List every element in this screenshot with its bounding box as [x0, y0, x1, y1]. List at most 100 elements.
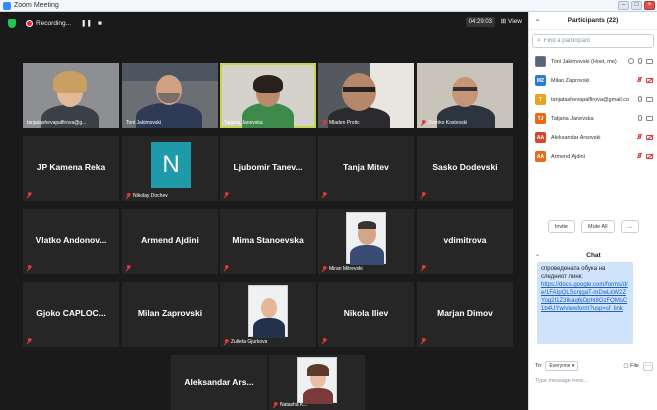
muted-mic-icon	[273, 402, 278, 408]
name-tile[interactable]: Marjan Dimov	[417, 282, 513, 347]
muted-mic-icon	[322, 266, 327, 272]
participant-name: Nikola Iliev	[343, 308, 389, 318]
name-tile[interactable]: JP Kamena Reka	[23, 136, 119, 201]
participant-name: Natasha K...	[280, 402, 308, 408]
camera-icon[interactable]	[646, 96, 653, 102]
collapse-chevron-icon[interactable]: ⌄	[535, 16, 540, 23]
participant-row[interactable]: MZ Milan Zaprovski	[529, 71, 657, 90]
recording-icon	[26, 19, 33, 27]
participant-row-name: Tatjana Janevska	[551, 115, 594, 122]
file-button[interactable]: ▢ File	[623, 363, 639, 369]
photo-tile[interactable]: Miran Mitrevski	[318, 209, 414, 274]
participant-row[interactable]: TJ Tatjana Janevska	[529, 109, 657, 128]
invite-button[interactable]: Invite	[547, 220, 575, 233]
camera-off-icon[interactable]	[646, 134, 653, 140]
name-tile[interactable]: Armend Ajdini	[122, 209, 218, 274]
mute-all-button[interactable]: Mute All	[580, 220, 615, 233]
name-tile[interactable]: Aleksandar Ars...	[171, 355, 267, 410]
name-tile[interactable]: Tanja Mitev	[318, 136, 414, 201]
muted-mic-icon	[322, 192, 327, 198]
view-button[interactable]: ⊞ View	[501, 17, 522, 25]
participants-header: ⌄ Participants (22)	[529, 12, 657, 30]
name-tile[interactable]: Ljubomir Tanev...	[220, 136, 316, 201]
avatar-tile[interactable]: N Nikolay Dochev	[122, 136, 218, 201]
name-tile[interactable]: vdimitrova	[417, 209, 513, 274]
video-tile[interactable]: tanjatashevapalfirova@g...	[23, 63, 119, 128]
name-tile[interactable]: Mima Stanoevska	[220, 209, 316, 274]
muted-mic-icon	[421, 265, 426, 271]
participant-row[interactable]: AA Aleksandar Arsovski	[529, 128, 657, 147]
participant-row[interactable]: Toni Jakimovski (Host, me)	[529, 52, 657, 71]
camera-off-icon[interactable]	[646, 77, 653, 83]
participant-avatar: TJ	[535, 113, 546, 124]
participant-avatar: T	[535, 94, 546, 105]
participant-name: Tanja Mitev	[343, 162, 389, 172]
file-label: File	[630, 363, 639, 369]
camera-off-icon[interactable]	[646, 153, 653, 159]
name-tile[interactable]: Sasko Dodevski	[417, 136, 513, 201]
chat-message-link[interactable]: https://docs.google.com/forms/d/e/1FAIpQ…	[541, 282, 628, 312]
meeting-gallery: Recording... ❚❚ ■ 04:29:03 ⊞ View tanjat…	[0, 12, 528, 410]
participant-name: Marjan Dimov	[437, 308, 493, 318]
view-label: View	[508, 18, 522, 25]
muted-mic-icon[interactable]	[637, 77, 642, 83]
video-tile-active-speaker[interactable]: Tatjana Janevska	[220, 63, 316, 128]
participant-name: Zvonko Kostovski	[428, 120, 468, 126]
participant-name: Gjoko CAPLOC...	[36, 308, 106, 318]
name-tile[interactable]: Nikola Iliev	[318, 282, 414, 347]
name-tile[interactable]: Milan Zaprovski	[122, 282, 218, 347]
maximize-button[interactable]: □	[631, 1, 642, 10]
chat-recipient-select[interactable]: Everyone ▾	[545, 361, 579, 371]
participant-search[interactable]: ⌕	[532, 34, 654, 48]
mic-icon[interactable]	[638, 58, 642, 64]
chat-more-button[interactable]: ···	[643, 361, 653, 371]
chat-message-input[interactable]	[535, 374, 653, 388]
photo-tile[interactable]: Zulieta Gjurkova	[220, 282, 316, 347]
participant-row[interactable]: T tanjatashevapalfirova@gmail.com	[529, 90, 657, 109]
more-options-button[interactable]: ...	[620, 220, 640, 233]
participant-avatar: AA	[535, 132, 546, 143]
muted-mic-icon	[322, 120, 327, 126]
name-tile[interactable]: Gjoko CAPLOC...	[23, 282, 119, 347]
participant-avatar: MZ	[535, 75, 546, 86]
hand-icon	[628, 58, 634, 64]
security-shield-icon[interactable]	[8, 18, 16, 28]
mic-icon[interactable]	[638, 96, 642, 102]
participant-list: Toni Jakimovski (Host, me) MZ Milan Zapr…	[529, 52, 657, 166]
camera-icon[interactable]	[646, 115, 653, 121]
pause-recording-button[interactable]: ❚❚	[81, 19, 92, 27]
participant-name: JP Kamena Reka	[36, 162, 106, 172]
muted-mic-icon	[224, 265, 229, 271]
minimize-button[interactable]: –	[618, 1, 629, 10]
participant-row-name: Armend Ajdini	[551, 153, 585, 160]
recording-label: Recording...	[36, 19, 72, 27]
photo-tile[interactable]: Natasha K...	[269, 355, 365, 410]
participant-name: Armend Ajdini	[141, 235, 199, 245]
participant-avatar: N	[151, 142, 191, 188]
meeting-timer: 04:29:03	[465, 17, 495, 27]
video-tile[interactable]: Mladen Protic	[318, 63, 414, 128]
mic-icon[interactable]	[638, 115, 642, 121]
participant-name: Toni Jakimovski	[126, 120, 162, 126]
participant-row[interactable]: AA Armend Ajdini	[529, 147, 657, 166]
muted-mic-icon	[27, 338, 32, 344]
collapse-chevron-icon[interactable]: ⌄	[535, 251, 540, 258]
participant-name: Mladen Protic	[329, 120, 360, 126]
video-tile[interactable]: Zvonko Kostovski	[417, 63, 513, 128]
camera-icon[interactable]	[646, 58, 653, 64]
video-tile[interactable]: Toni Jakimovski	[122, 63, 218, 128]
participant-search-input[interactable]	[543, 38, 644, 44]
participant-name: vdimitrova	[443, 235, 487, 245]
close-button[interactable]: ×	[644, 1, 655, 10]
stop-recording-button[interactable]: ■	[98, 20, 102, 27]
muted-mic-icon	[224, 192, 229, 198]
chat-to-label: To:	[535, 363, 543, 369]
chat-recipient-row: To: Everyone ▾ ▢ File ···	[535, 360, 653, 372]
muted-mic-icon[interactable]	[637, 153, 642, 159]
muted-mic-icon[interactable]	[637, 134, 642, 140]
name-tile[interactable]: Vlatko Andonov...	[23, 209, 119, 274]
participant-photo	[297, 357, 337, 404]
muted-mic-icon	[126, 193, 131, 199]
participant-row-name: Toni Jakimovski (Host, me)	[551, 58, 617, 65]
participant-name: Ljubomir Tanev...	[233, 162, 303, 172]
